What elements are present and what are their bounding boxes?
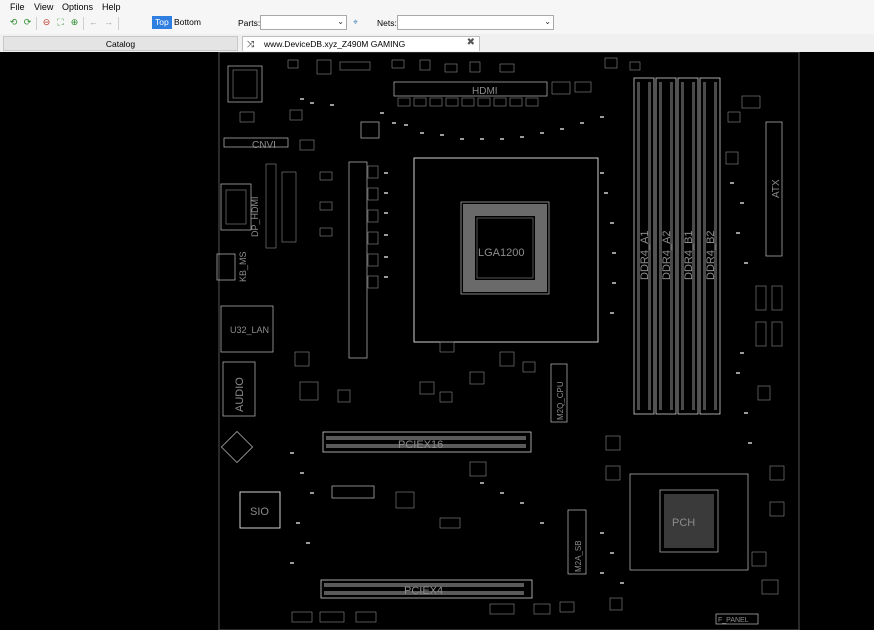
zoom-fit-icon[interactable]: ⛶ <box>55 17 66 28</box>
ps2-connector <box>216 253 236 281</box>
label-pch: PCH <box>672 517 695 529</box>
vrm-top-row <box>393 81 548 97</box>
split-icon: ⤨ <box>247 39 255 49</box>
chevron-down-icon: ⌄ <box>544 17 551 26</box>
board-drawing[interactable]: CNVI DP_HDMI KB_MS U32_LAN AUDIO SIO HDM… <box>0 52 874 630</box>
label-f-panel: F_PANEL <box>718 617 749 624</box>
parts-combobox[interactable]: ⌄ <box>260 15 347 30</box>
audio-codec <box>220 430 254 464</box>
zoom-out-icon[interactable]: ⊖ <box>41 17 52 28</box>
vrm-controller <box>360 121 380 139</box>
label-m2q-cpu: M2Q_CPU <box>556 381 565 420</box>
menu-file[interactable]: File <box>10 2 25 12</box>
close-icon[interactable]: ✖ <box>467 36 475 50</box>
label-ddr4-b1: DDR4_B1 <box>683 230 695 280</box>
top-layer-button[interactable]: Top <box>152 16 172 29</box>
tab-boardview-document[interactable]: ⤨ www.DeviceDB.xyz_Z490M GAMING X_1.02_B… <box>242 36 480 63</box>
tab-strip: Catalog ⤨ www.DeviceDB.xyz_Z490M GAMING … <box>0 34 874 63</box>
dp-hdmi-connector <box>220 183 252 231</box>
forward-arrow-icon[interactable]: → <box>103 17 114 28</box>
find-part-icon[interactable]: ⌖ <box>350 17 361 28</box>
toolbar-separator <box>118 17 119 30</box>
label-m2a-sb: M2A_SB <box>574 540 583 572</box>
label-pciex16: PCIEX16 <box>398 439 443 451</box>
usb-header-chip <box>331 485 375 499</box>
label-sio: SIO <box>250 506 269 518</box>
label-dp: DP_HDMI <box>250 196 260 237</box>
back-arrow-icon[interactable]: ← <box>88 17 99 28</box>
vrm-mosfets-top <box>397 97 539 107</box>
menu-view[interactable]: View <box>34 2 53 12</box>
label-lan: U32_LAN <box>230 325 269 335</box>
toolbar-separator <box>83 17 84 30</box>
rotate-left-icon[interactable]: ⟲ <box>8 17 19 28</box>
label-cnvi: CNVI <box>252 140 276 151</box>
zoom-in-icon[interactable]: ⊕ <box>69 17 80 28</box>
menu-bar: File View Options Help <box>0 0 874 14</box>
label-ddr4-b2: DDR4_B2 <box>705 230 717 280</box>
nets-combobox[interactable]: ⌄ <box>397 15 554 30</box>
menu-help[interactable]: Help <box>102 2 121 12</box>
menu-options[interactable]: Options <box>62 2 93 12</box>
chevron-down-icon: ⌄ <box>337 17 344 26</box>
tab-catalog[interactable]: Catalog <box>3 36 238 51</box>
vrm-mosfets-left <box>367 165 379 289</box>
label-ddr4-a1: DDR4_A1 <box>639 230 651 280</box>
board-canvas[interactable]: CNVI DP_HDMI KB_MS U32_LAN AUDIO SIO HDM… <box>0 52 874 630</box>
label-hdmi: HDMI <box>472 86 498 97</box>
toolbar: ⟲ ⟳ ⊖ ⛶ ⊕ ← → Top Bottom Parts: ⌄ ⌖ Nets… <box>0 14 874 34</box>
label-cpu-socket: LGA1200 <box>478 247 524 259</box>
label-audio: AUDIO <box>234 377 246 412</box>
label-ddr4-a2: DDR4_A2 <box>661 230 673 280</box>
bottom-layer-button[interactable]: Bottom <box>171 16 204 29</box>
label-pciex4: PCIEX4 <box>404 585 443 597</box>
toolbar-separator <box>36 17 37 30</box>
label-kb-ms: KB_MS <box>238 251 248 282</box>
label-atx: ATX <box>771 179 782 198</box>
parts-label: Parts: <box>238 18 261 28</box>
nets-label: Nets: <box>377 18 397 28</box>
rotate-right-icon[interactable]: ⟳ <box>22 17 33 28</box>
vrm-left-column <box>348 161 368 359</box>
